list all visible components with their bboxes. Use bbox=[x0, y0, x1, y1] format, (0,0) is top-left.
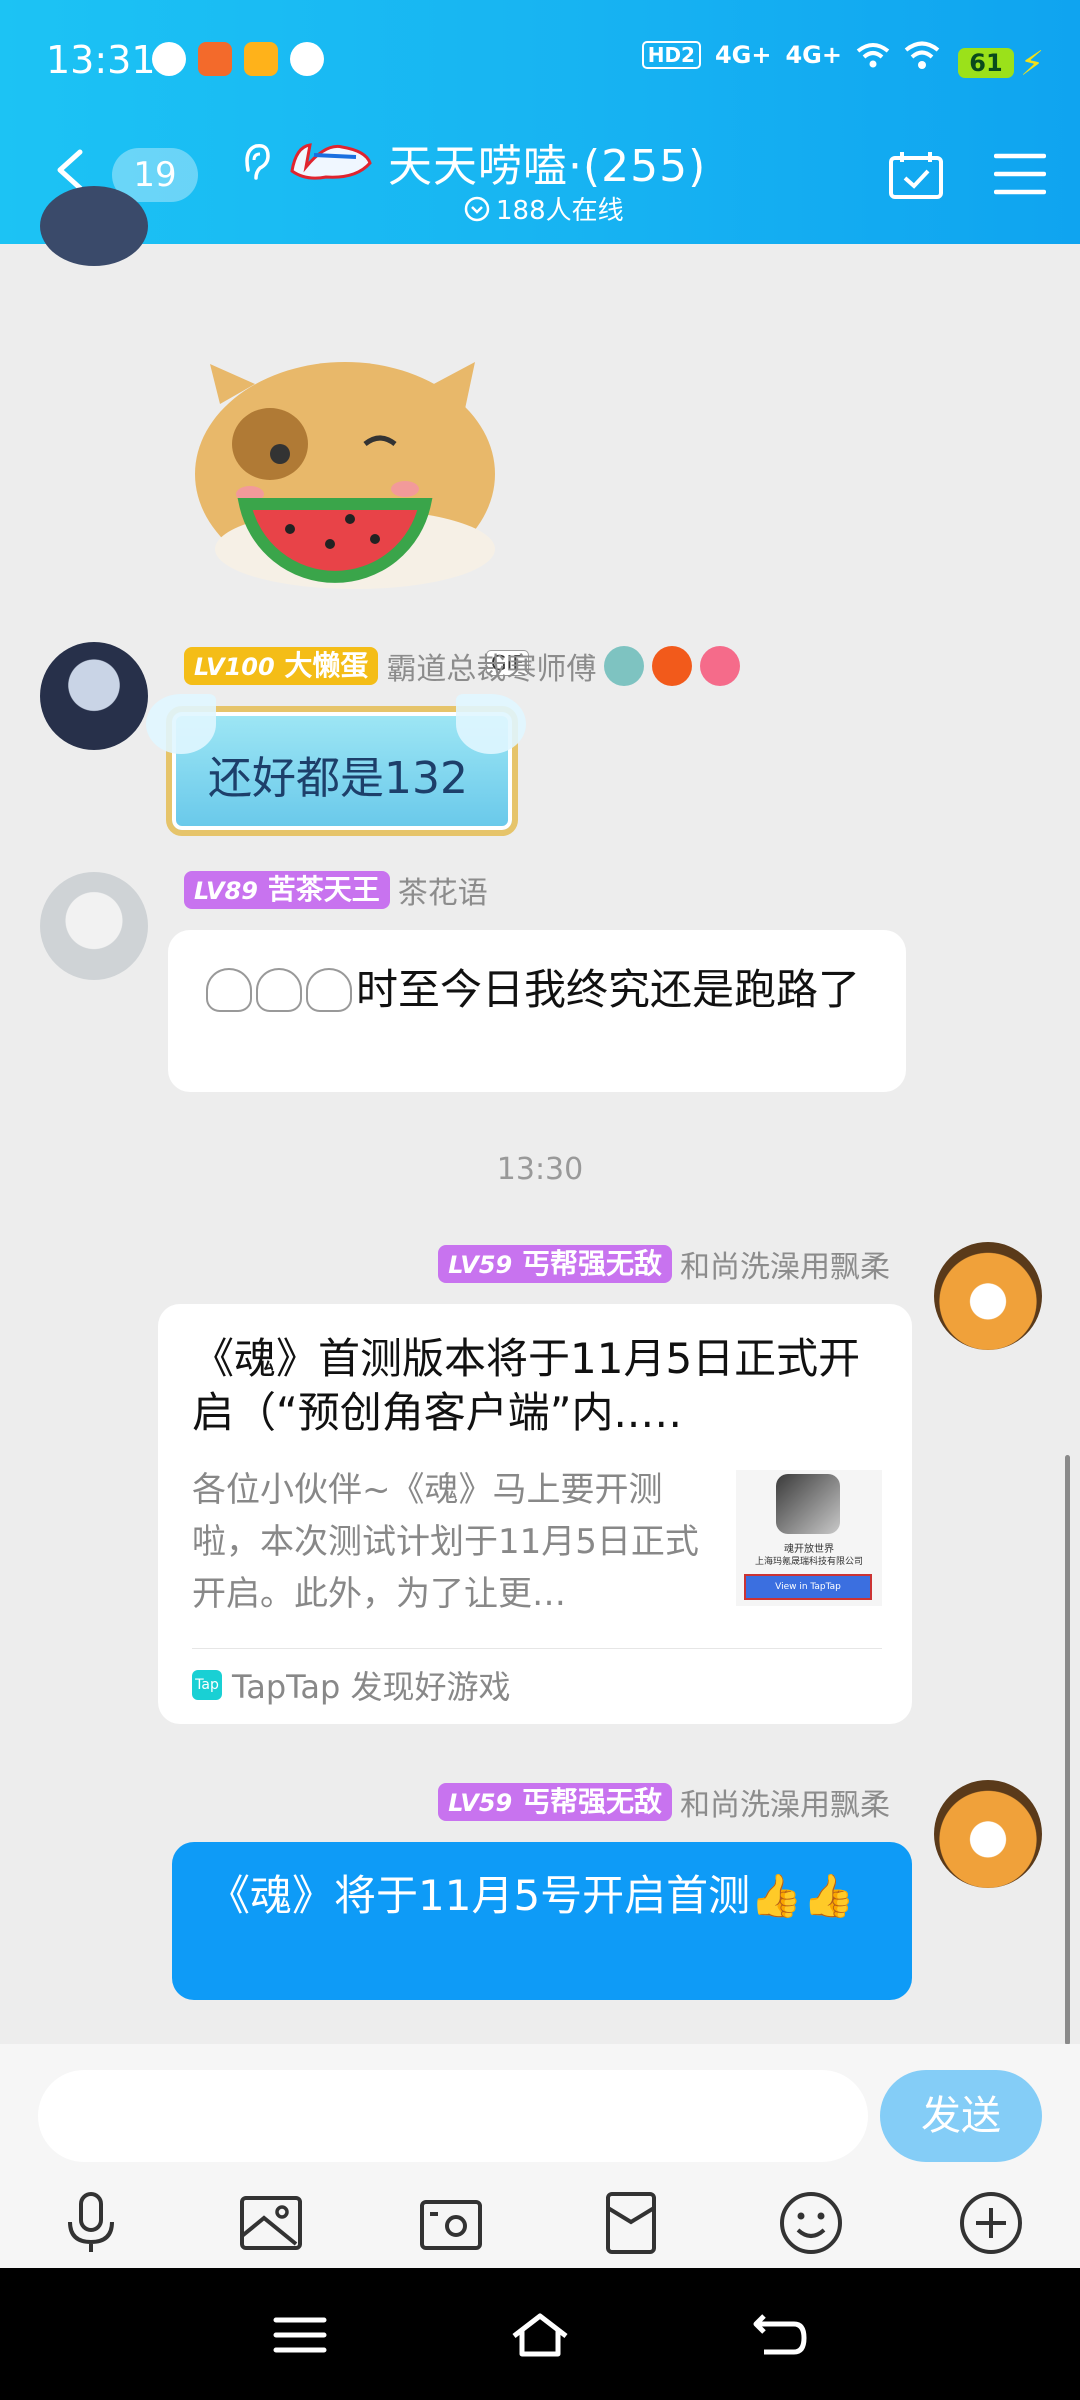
system-navigation-bar bbox=[0, 2268, 1080, 2400]
my-message-bubble[interactable]: 《魂》将于11月5号开启首测👍👍 bbox=[172, 1842, 912, 2000]
sender-info: LV100 大懒蛋 霸道总裁寒师傅 bbox=[184, 644, 741, 688]
title-badge-text: 丐帮强无敌 bbox=[521, 1247, 662, 1280]
avatar[interactable] bbox=[934, 1780, 1042, 1888]
battery-indicator: 61 bbox=[958, 48, 1014, 78]
share-card[interactable]: 《魂》首测版本将于11月5日正式开启（“预创角客户端”内..… 各位小伙伴~《魂… bbox=[158, 1304, 912, 1724]
back-arrow-icon[interactable] bbox=[52, 148, 88, 192]
level-text: LV100 bbox=[194, 653, 275, 681]
hd-indicator: HD2 bbox=[641, 41, 701, 69]
input-toolbar bbox=[0, 2188, 1080, 2264]
online-count: 188人在线 bbox=[464, 190, 624, 227]
charging-icon: ⚡ bbox=[1020, 44, 1044, 84]
sender-name[interactable]: 和尚洗澡用飘柔 bbox=[680, 1780, 890, 1824]
clock-icon bbox=[290, 42, 324, 76]
sticker-gif[interactable]: GIF bbox=[180, 344, 530, 676]
message-content: 时至今日我终究还是跑路了 bbox=[206, 964, 886, 1016]
level-text: LV59 bbox=[448, 1251, 513, 1279]
card-divider bbox=[192, 1648, 882, 1649]
wifi-icon bbox=[904, 41, 940, 69]
message-text: 还好都是132 bbox=[208, 753, 468, 804]
menu-icon[interactable] bbox=[994, 152, 1046, 196]
king-logo-icon bbox=[290, 143, 372, 180]
message-text: 时至今日我终究还是跑路了 bbox=[356, 965, 861, 1014]
wing-left-decoration bbox=[146, 694, 216, 754]
emoji-icon[interactable] bbox=[776, 2188, 846, 2258]
wifi-icon bbox=[856, 43, 890, 68]
chat-title: 天天唠嗑·(255) bbox=[388, 141, 707, 192]
plus-icon[interactable] bbox=[956, 2188, 1026, 2258]
card-thumbnail: 魂开放世界 上海玛氪晟瑞科技有限公司 View in TapTap bbox=[736, 1470, 882, 1606]
taptap-logo-icon: Tap bbox=[192, 1670, 222, 1700]
status-indicators: HD2 4G+ 4G+ bbox=[641, 40, 940, 70]
ear-icon bbox=[245, 143, 270, 180]
sender-name[interactable]: 和尚洗澡用飘柔 bbox=[680, 1242, 890, 1286]
sender-name[interactable]: 霸道总裁寒师傅 bbox=[386, 644, 596, 688]
title-badge-text: 大懒蛋 bbox=[284, 649, 369, 682]
level-badge: LV100 大懒蛋 bbox=[184, 647, 379, 685]
level-text: LV89 bbox=[194, 877, 258, 905]
card-source: Tap TapTap 发现好游戏 bbox=[192, 1662, 511, 1708]
dragon-medal-icon bbox=[604, 646, 645, 686]
thumb-caption: 魂开放世界 bbox=[784, 1544, 834, 1555]
app-notification-icon bbox=[244, 42, 278, 76]
network-4g-indicator: 4G+ bbox=[714, 41, 772, 69]
time-separator: 13:30 bbox=[496, 1152, 584, 1187]
title-badge-text: 苦茶天王 bbox=[267, 873, 380, 906]
recent-apps-icon[interactable] bbox=[270, 2310, 330, 2360]
chat-header: 13:31 HD2 4G+ 4G+ 61 ⚡ 19 天天唠嗑·(255) 188… bbox=[0, 0, 1080, 244]
sender-info: LV59 丐帮强无敌 和尚洗澡用飘柔 bbox=[438, 1780, 890, 1824]
message-list[interactable]: GIF LV100 大懒蛋 霸道总裁寒师傅 还好都是132 LV89 苦茶天王 … bbox=[0, 186, 1080, 2044]
image-icon[interactable] bbox=[236, 2188, 306, 2258]
scrollbar[interactable] bbox=[1065, 1455, 1070, 2045]
red-packet-icon[interactable] bbox=[596, 2188, 666, 2258]
online-count-text: 188人在线 bbox=[496, 196, 624, 226]
avatar[interactable] bbox=[40, 872, 148, 980]
input-bar: 发送 bbox=[0, 2044, 1080, 2268]
avatar[interactable] bbox=[40, 186, 148, 266]
thumb-company: 上海玛氪晟瑞科技有限公司 bbox=[754, 1557, 863, 1567]
view-in-taptap-button: View in TapTap bbox=[744, 1574, 872, 1600]
card-description: 各位小伙伴~《魂》马上要开测啦，本次测试计划于11月5日正式开启。此外，为了让更… bbox=[192, 1470, 699, 1614]
message-bubble[interactable]: 时至今日我终究还是跑路了 bbox=[168, 930, 906, 1092]
wechat-icon bbox=[152, 42, 186, 76]
sender-info: LV89 苦茶天王 茶花语 bbox=[184, 868, 488, 912]
back-icon[interactable] bbox=[750, 2310, 810, 2360]
card-title: 《魂》首测版本将于11月5日正式开启（“预创角客户端”内..… bbox=[192, 1334, 861, 1437]
ghost-emoji-icon bbox=[206, 968, 252, 1012]
send-button[interactable]: 发送 bbox=[880, 2070, 1042, 2162]
app-notification-icon bbox=[198, 42, 232, 76]
microphone-icon[interactable] bbox=[56, 2188, 126, 2258]
message-input[interactable] bbox=[38, 2070, 868, 2162]
game-icon bbox=[776, 1474, 840, 1534]
level-text: LV59 bbox=[448, 1789, 513, 1817]
message-text: 《魂》将于11月5号开启首测👍👍 bbox=[208, 1871, 855, 1920]
title-badge-text: 丐帮强无敌 bbox=[521, 1785, 662, 1818]
status-time: 13:31 bbox=[46, 38, 156, 82]
home-icon[interactable] bbox=[510, 2310, 570, 2360]
level-badge: LV89 苦茶天王 bbox=[184, 871, 390, 909]
status-app-icons bbox=[152, 42, 324, 76]
ghost-emoji-icon bbox=[256, 968, 302, 1012]
sender-name[interactable]: 茶花语 bbox=[398, 868, 488, 912]
level-badge: LV59 丐帮强无敌 bbox=[438, 1783, 672, 1821]
camera-icon[interactable] bbox=[416, 2188, 486, 2258]
network-4g-indicator: 4G+ bbox=[785, 41, 842, 69]
fire-medal-icon bbox=[652, 646, 693, 686]
sender-info: LV59 丐帮强无敌 和尚洗澡用飘柔 bbox=[438, 1242, 890, 1286]
card-source-text: TapTap 发现好游戏 bbox=[232, 1668, 511, 1706]
calendar-check-icon[interactable] bbox=[888, 150, 944, 200]
wing-right-decoration bbox=[456, 694, 526, 754]
ghost-emoji-icon bbox=[306, 968, 352, 1012]
chat-title-row[interactable]: 天天唠嗑·(255) bbox=[238, 130, 706, 194]
hamster-watermelon-sticker bbox=[195, 362, 495, 589]
level-badge: LV59 丐帮强无敌 bbox=[438, 1245, 672, 1283]
avatar[interactable] bbox=[934, 1242, 1042, 1350]
avatar[interactable] bbox=[40, 642, 148, 750]
chevron-down-circle-icon bbox=[464, 196, 490, 221]
smile-medal-icon bbox=[700, 646, 741, 686]
